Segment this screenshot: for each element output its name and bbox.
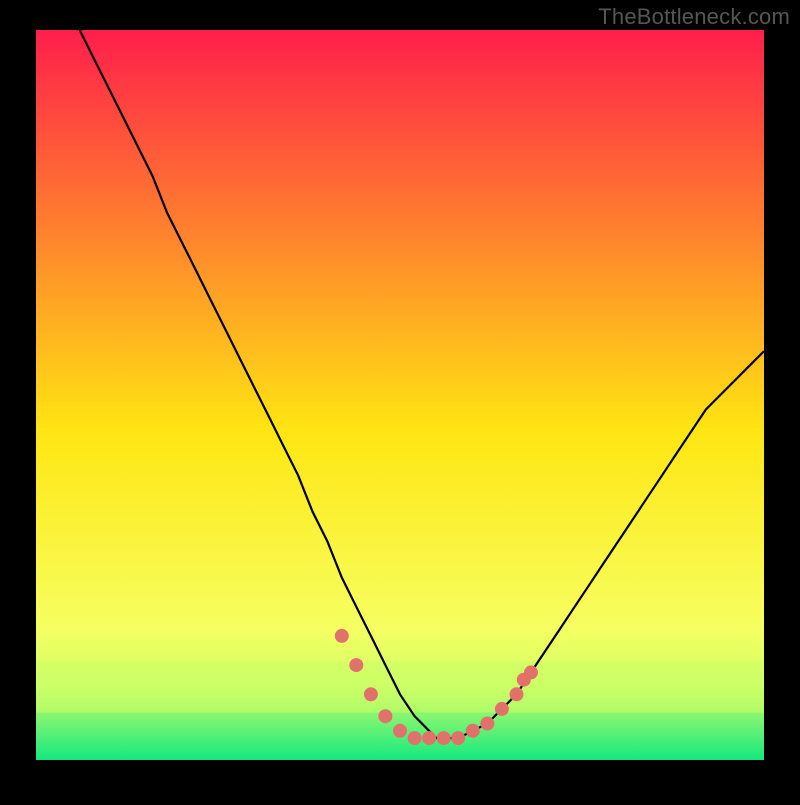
watermark-text: TheBottleneck.com [598,4,790,30]
marker-dot [495,702,509,716]
marker-dot [349,658,363,672]
marker-dot [378,709,392,723]
marker-dot [408,731,422,745]
bottleneck-curve-chart [0,0,800,800]
marker-dot [364,687,378,701]
marker-dot [335,629,349,643]
gradient-background [36,30,764,760]
marker-dot [451,731,465,745]
marker-dot [524,665,538,679]
bottom-green-band [36,661,764,712]
marker-dot [480,717,494,731]
marker-dot [393,724,407,738]
marker-dot [437,731,451,745]
chart-frame: TheBottleneck.com [0,0,800,800]
marker-dot [510,687,524,701]
marker-dot [466,724,480,738]
marker-dot [422,731,436,745]
